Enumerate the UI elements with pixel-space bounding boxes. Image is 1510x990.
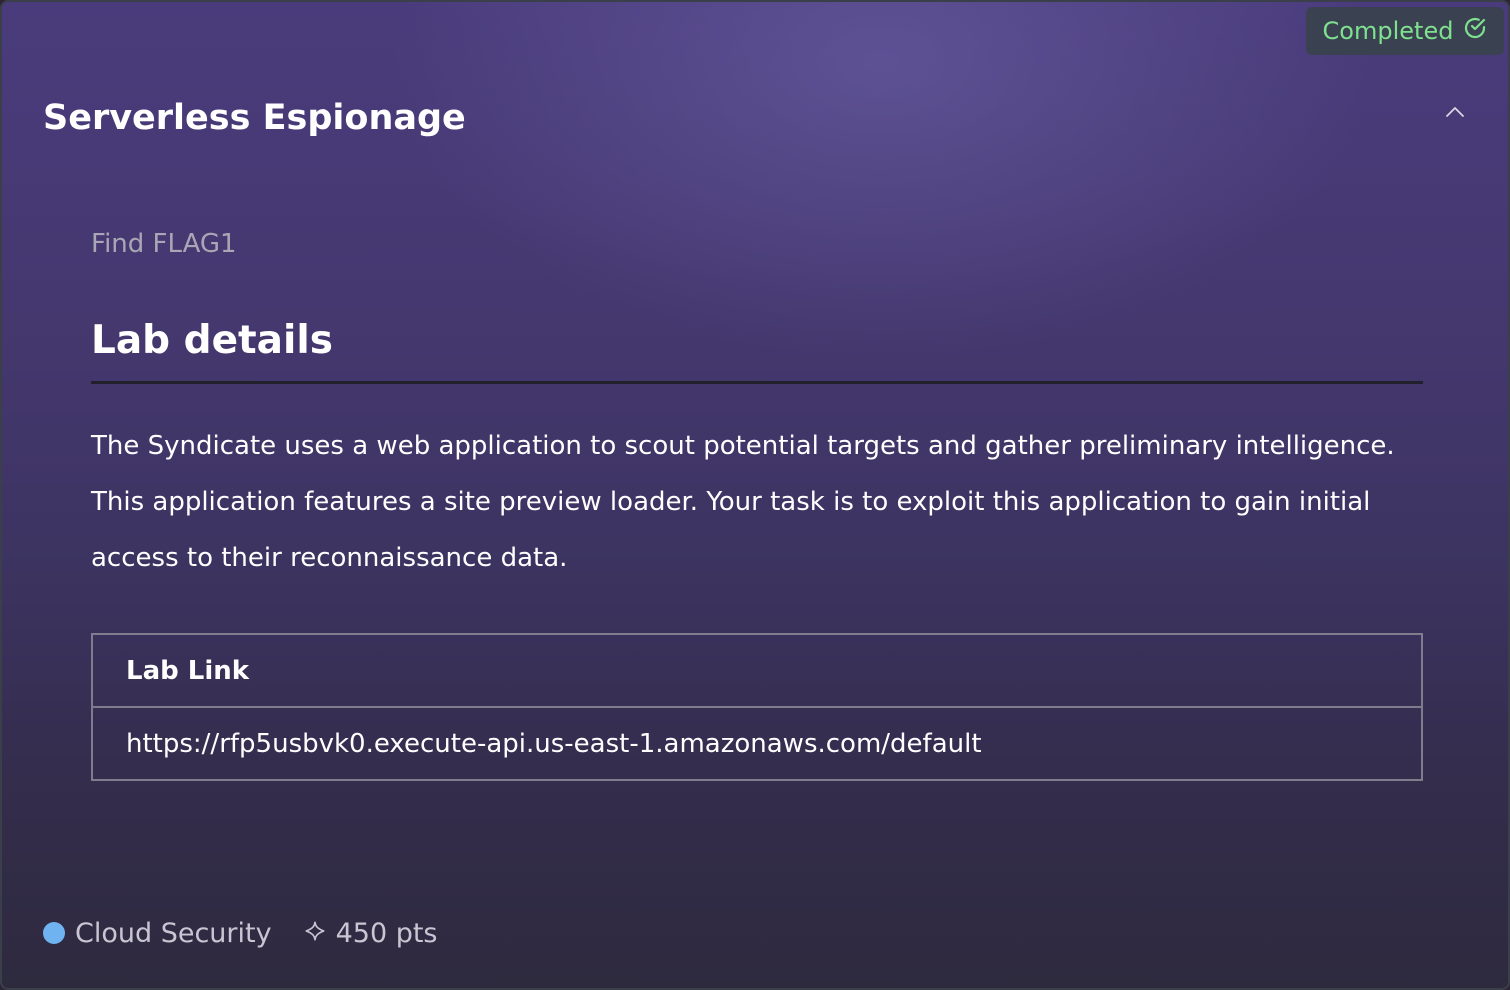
section-divider xyxy=(91,381,1423,384)
lab-link-header: Lab Link xyxy=(91,633,1423,708)
lab-details-heading: Lab details xyxy=(91,318,333,363)
status-badge: Completed xyxy=(1306,7,1504,55)
status-label: Completed xyxy=(1322,17,1454,45)
challenge-footer: Cloud Security 450 pts xyxy=(43,911,438,955)
lab-link[interactable]: https://rfp5usbvk0.execute-api.us-east-1… xyxy=(126,729,982,759)
check-circle-icon xyxy=(1463,16,1487,46)
challenge-subtitle: Find FLAG1 xyxy=(91,229,237,259)
points-label: 450 pts xyxy=(335,917,438,949)
lab-description: The Syndicate uses a web application to … xyxy=(91,431,1395,573)
collapse-button[interactable] xyxy=(1438,98,1472,130)
category-dot-icon xyxy=(43,922,65,944)
table-row: https://rfp5usbvk0.execute-api.us-east-1… xyxy=(91,706,1423,781)
chevron-up-icon xyxy=(1443,100,1467,128)
lab-link-table: Lab Link https://rfp5usbvk0.execute-api.… xyxy=(91,633,1423,781)
sparkle-icon xyxy=(304,918,336,949)
category-label: Cloud Security xyxy=(75,917,272,949)
lab-link-cell: https://rfp5usbvk0.execute-api.us-east-1… xyxy=(91,706,1423,781)
challenge-title: Serverless Espionage xyxy=(43,98,466,138)
points-display: 450 pts xyxy=(304,918,438,949)
table-header-row: Lab Link xyxy=(91,633,1423,708)
challenge-card: Completed Serverless Espionage Find FLAG… xyxy=(0,0,1510,990)
